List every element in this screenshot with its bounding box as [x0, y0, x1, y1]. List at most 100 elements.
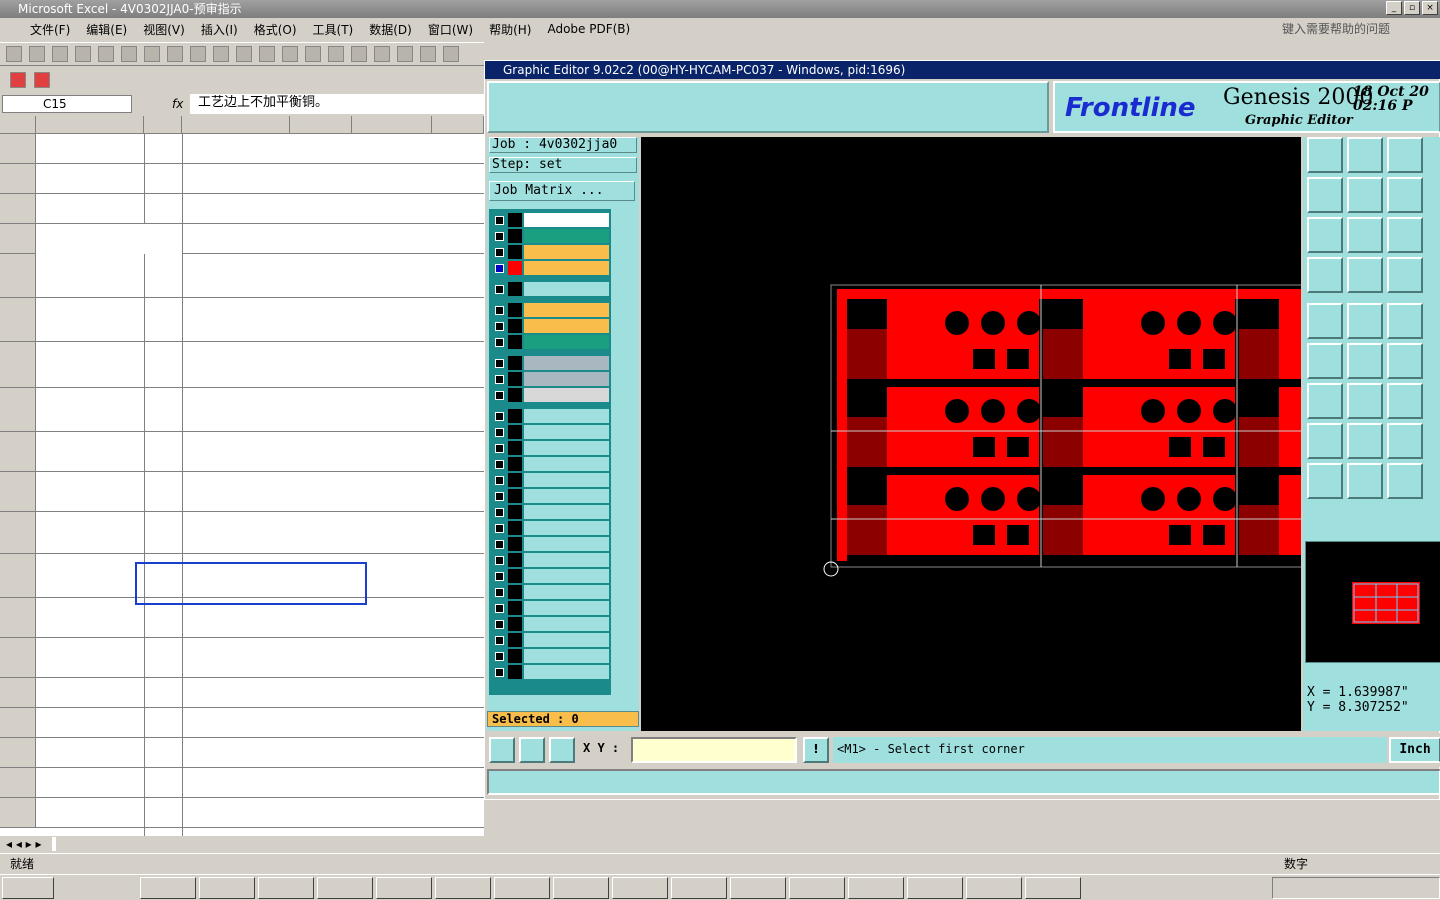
layer-row-drl[interactable]: [493, 356, 609, 370]
tool-button[interactable]: [1307, 257, 1343, 293]
tool-button[interactable]: [1387, 257, 1423, 293]
xy-input[interactable]: [631, 737, 797, 763]
task-button-6[interactable]: [494, 876, 550, 899]
layer-checkbox[interactable]: [495, 231, 504, 241]
layer-checkbox[interactable]: [495, 555, 504, 565]
layer-name[interactable]: [524, 303, 609, 317]
layer-checkbox[interactable]: [495, 539, 504, 549]
toolbar-icon[interactable]: [351, 46, 367, 62]
tool-button[interactable]: [1387, 463, 1423, 499]
layer-row-drl.d[interactable]: [493, 633, 609, 647]
menu-item-6[interactable]: 数据(D): [369, 21, 412, 38]
tool-button[interactable]: [1307, 343, 1343, 379]
sheet-tab-Sheet1[interactable]: [51, 837, 56, 851]
layer-row-gdl[interactable]: [493, 441, 609, 455]
unit-toggle-button[interactable]: Inch: [1389, 737, 1440, 763]
row-header-18[interactable]: [0, 678, 36, 708]
tool-button[interactable]: [1307, 177, 1343, 213]
layer-checkbox[interactable]: [495, 284, 504, 294]
layer-checkbox[interactable]: [495, 411, 504, 421]
row-header-15[interactable]: [0, 554, 36, 598]
row-header-5[interactable]: [0, 164, 36, 194]
toolbar-icon[interactable]: [259, 46, 275, 62]
row-header-13[interactable]: [0, 472, 36, 512]
layer-name[interactable]: [524, 505, 609, 519]
task-button-1[interactable]: [199, 876, 255, 899]
task-button-8[interactable]: [612, 876, 668, 899]
layer-name[interactable]: [524, 282, 609, 296]
layer-name[interactable]: [524, 537, 609, 551]
toolbar-icon[interactable]: [236, 46, 252, 62]
tool-button[interactable]: [1347, 463, 1383, 499]
layer-row-to.d[interactable]: [493, 521, 609, 535]
toolbar-icon[interactable]: [121, 46, 137, 62]
layer-name[interactable]: [524, 229, 609, 243]
row-header-12[interactable]: [0, 432, 36, 472]
layer-checkbox[interactable]: [495, 263, 504, 273]
graphic-canvas[interactable]: [641, 137, 1436, 731]
layer-checkbox[interactable]: [495, 667, 504, 677]
task-button-3[interactable]: [317, 876, 373, 899]
layer-row-pln2t[interactable]: [493, 261, 609, 275]
fx-icon[interactable]: fx: [172, 95, 183, 113]
column-header-B[interactable]: [144, 116, 182, 134]
toolbar-icon[interactable]: [305, 46, 321, 62]
layer-row-gdl.d[interactable]: [493, 665, 609, 679]
task-button-10[interactable]: [730, 876, 786, 899]
layer-name[interactable]: [524, 665, 609, 679]
task-button-0[interactable]: [140, 876, 196, 899]
zoom-area-icon[interactable]: [489, 737, 515, 763]
layer-row-sig3b[interactable]: [493, 303, 609, 317]
layer-checkbox[interactable]: [495, 374, 504, 384]
column-header-C[interactable]: [182, 116, 290, 134]
menu-item-1[interactable]: 编辑(E): [86, 21, 127, 38]
row-header-16[interactable]: [0, 598, 36, 638]
layer-name[interactable]: [524, 319, 609, 333]
layer-name[interactable]: [524, 372, 609, 386]
alert-icon[interactable]: !: [803, 737, 829, 763]
layer-checkbox[interactable]: [495, 337, 504, 347]
layer-name[interactable]: [524, 388, 609, 402]
toolbar-icon[interactable]: [75, 46, 91, 62]
layer-name[interactable]: [524, 409, 609, 423]
tool-button[interactable]: [1307, 217, 1343, 253]
task-button-15[interactable]: [1025, 876, 1081, 899]
column-header-A[interactable]: [36, 116, 144, 134]
layer-name[interactable]: [524, 425, 609, 439]
tool-button[interactable]: [1307, 423, 1343, 459]
layer-row-cvia[interactable]: [493, 409, 609, 423]
row-header-10[interactable]: [0, 342, 36, 388]
layer-checkbox[interactable]: [495, 587, 504, 597]
task-button-9[interactable]: [671, 876, 727, 899]
row-header-17[interactable]: [0, 638, 36, 678]
layer-row-flatten[interactable]: [493, 505, 609, 519]
task-button-4[interactable]: [376, 876, 432, 899]
layer-name[interactable]: [524, 473, 609, 487]
layer-row-cs.d[interactable]: [493, 553, 609, 567]
pdf-mail-icon[interactable]: [34, 72, 50, 88]
toolbar-icon[interactable]: [52, 46, 68, 62]
toolbar-icon[interactable]: [167, 46, 183, 62]
menu-item-2[interactable]: 视图(V): [143, 21, 185, 38]
menu-item-8[interactable]: 帮助(H): [489, 21, 531, 38]
layer-name[interactable]: [524, 335, 609, 349]
task-button-7[interactable]: [553, 876, 609, 899]
layer-row-npth[interactable]: [493, 457, 609, 471]
row-header-6[interactable]: [0, 194, 36, 224]
row-header-7[interactable]: [0, 224, 36, 254]
tool-button[interactable]: [1307, 303, 1343, 339]
tool-button[interactable]: [1387, 303, 1423, 339]
toolbar-icon[interactable]: [29, 46, 45, 62]
menu-item-4[interactable]: 格式(O): [254, 21, 297, 38]
start-button[interactable]: [2, 876, 54, 899]
menu-item-5[interactable]: 工具(T): [313, 21, 354, 38]
job-matrix-button[interactable]: Job Matrix ...: [489, 181, 635, 201]
layer-row-v-cut[interactable]: [493, 473, 609, 487]
layer-checkbox[interactable]: [495, 358, 504, 368]
toolbar-icon[interactable]: [213, 46, 229, 62]
row-header-22[interactable]: [0, 798, 36, 828]
layer-row-ss.d[interactable]: [493, 601, 609, 615]
layer-name[interactable]: [524, 633, 609, 647]
menu-item-9[interactable]: Adobe PDF(B): [547, 22, 630, 36]
layer-name[interactable]: [524, 213, 609, 227]
